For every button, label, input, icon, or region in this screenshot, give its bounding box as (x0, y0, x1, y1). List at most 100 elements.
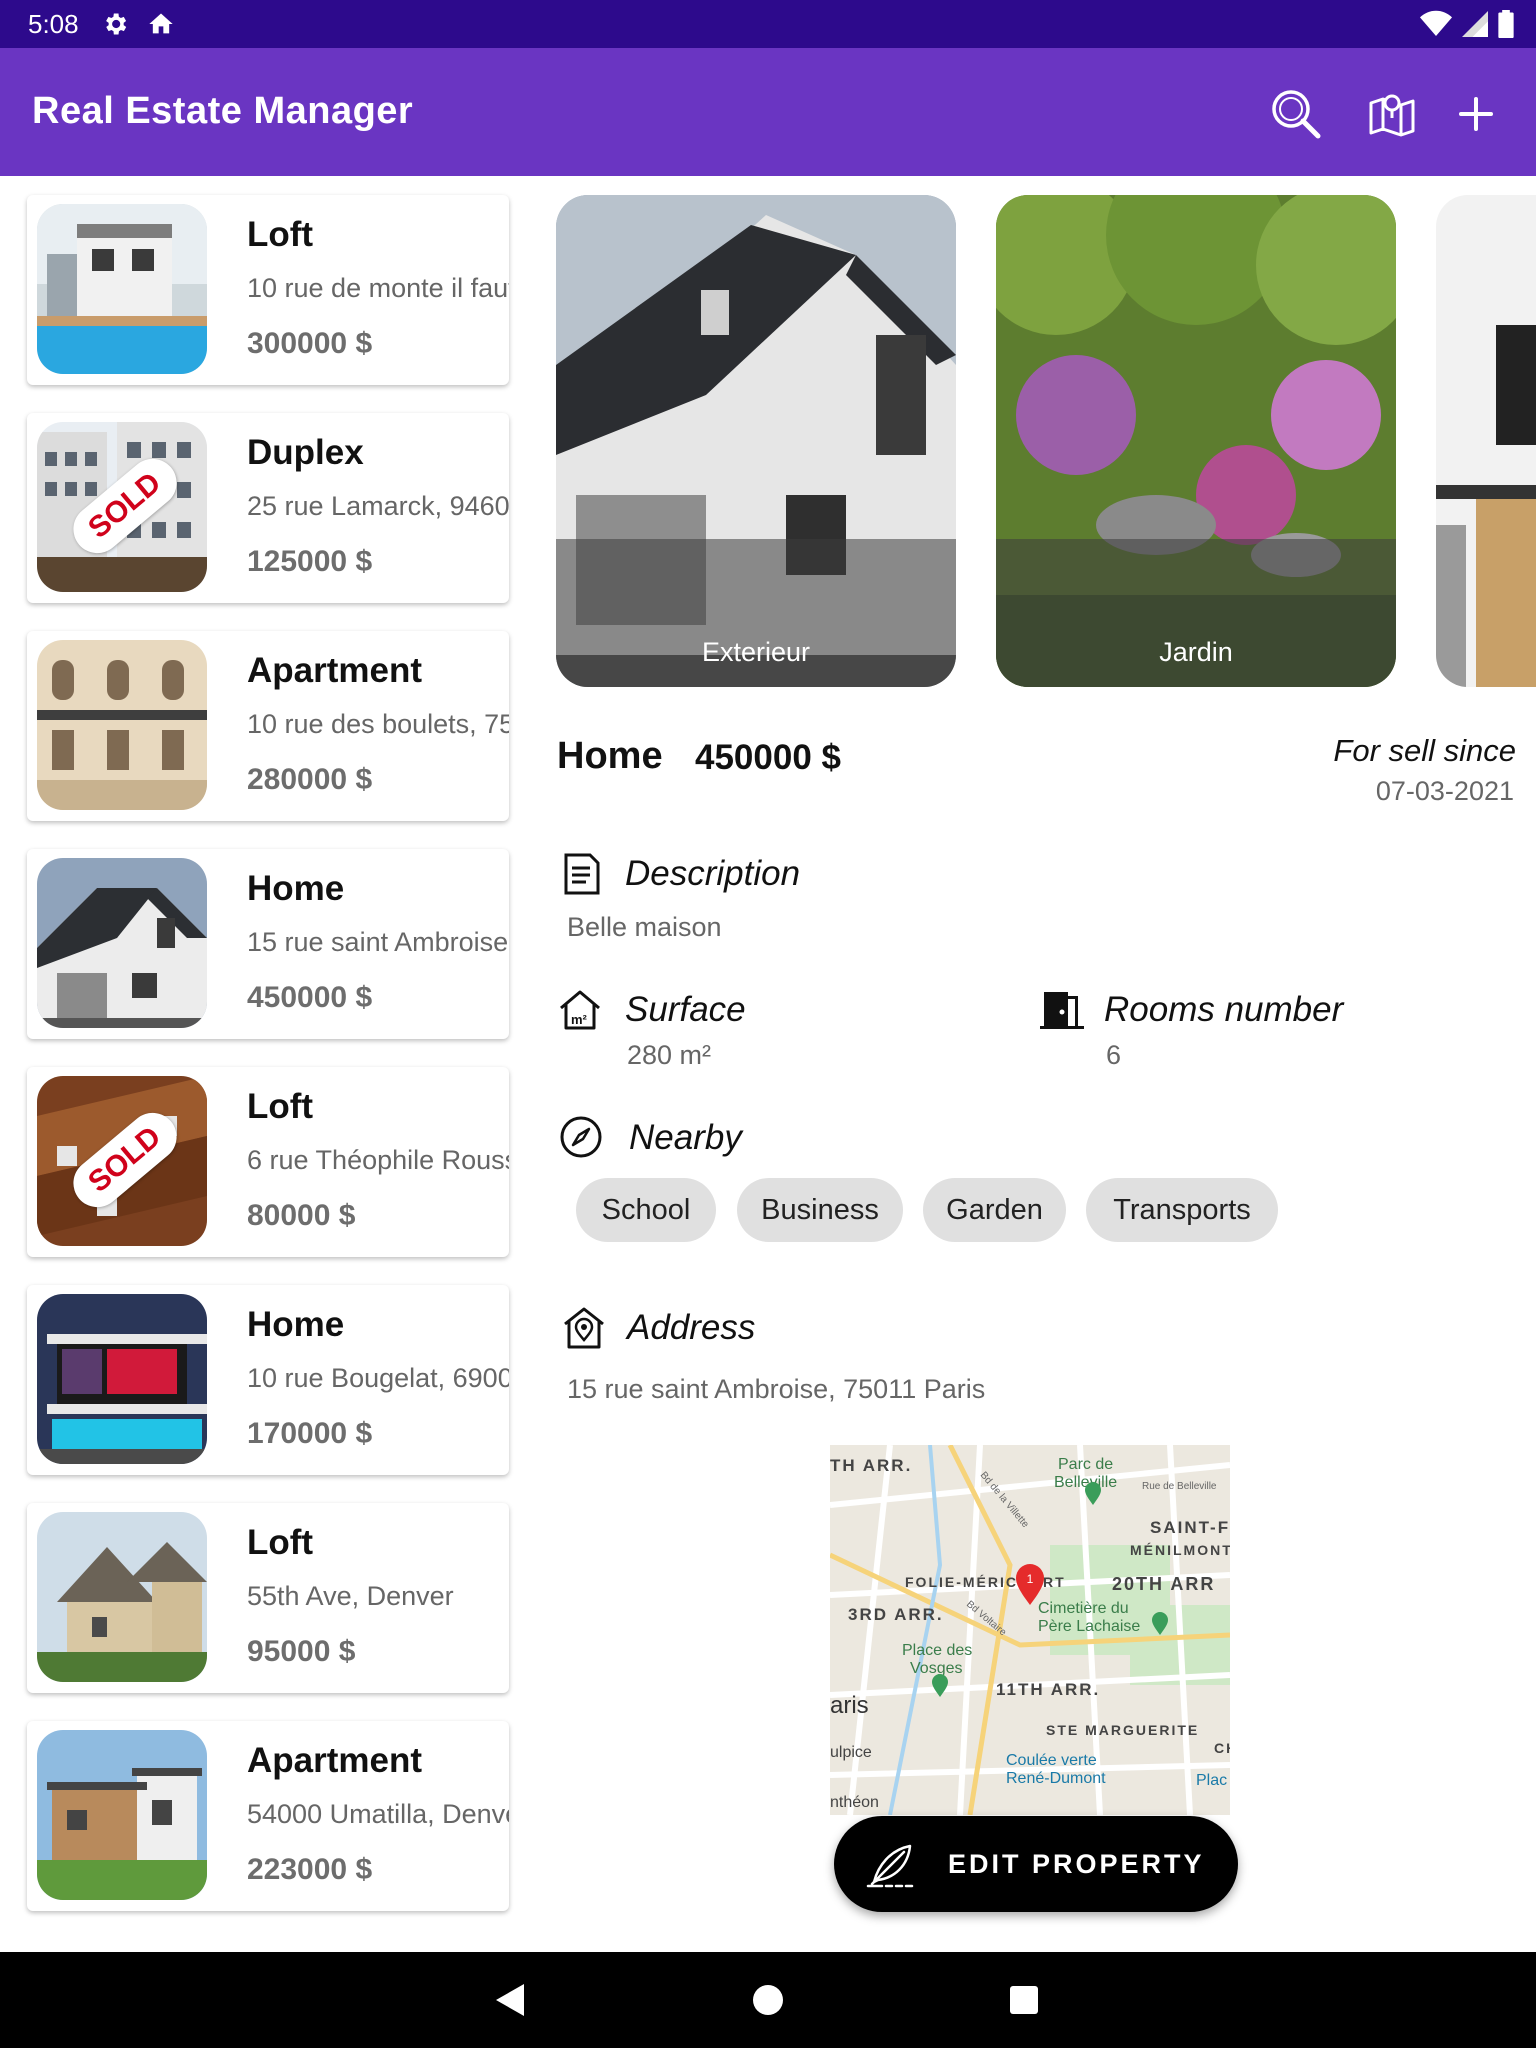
map-label: CH (1214, 1740, 1230, 1756)
property-address: 10 rue Bougelat, 69000 (247, 1363, 509, 1393)
location-home-icon (564, 1307, 604, 1349)
property-list[interactable]: Loft 10 rue de monte il faut 300000 $ SO… (0, 176, 526, 1952)
for-sell-date: 07-03-2021 (1375, 776, 1514, 806)
property-photo (37, 1730, 207, 1900)
property-photo (37, 640, 207, 810)
property-card[interactable]: Apartment 54000 Umatilla, Denver 223000 … (27, 1721, 509, 1911)
map-label: TH ARR. (830, 1456, 912, 1475)
description-label: Description (625, 854, 801, 893)
property-address: 54000 Umatilla, Denver (247, 1799, 509, 1829)
property-price: 300000 $ (247, 327, 373, 360)
map-label: 20TH ARR (1112, 1574, 1215, 1594)
detail-type: Home (557, 735, 663, 777)
app-title: Real Estate Manager (32, 90, 414, 132)
property-card[interactable]: SOLD Loft 6 rue Théophile Roussel 80000 … (27, 1067, 509, 1257)
property-card[interactable]: Loft 10 rue de monte il faut 300000 $ (27, 195, 509, 385)
map-label: ulpice (830, 1744, 872, 1761)
map-label: 3RD ARR. (848, 1605, 944, 1624)
property-price: 280000 $ (247, 763, 373, 796)
property-address: 10 rue de monte il faut (247, 273, 509, 303)
surface-icon: m² (560, 990, 600, 1030)
property-price: 450000 $ (247, 981, 373, 1014)
property-type: Loft (247, 215, 314, 254)
property-type: Loft (247, 1087, 314, 1126)
add-button[interactable] (1448, 86, 1504, 142)
map-label: Rue de Belleville (1142, 1481, 1217, 1492)
feather-pen-icon (866, 1844, 914, 1888)
property-type: Duplex (247, 433, 364, 472)
description-icon (564, 853, 600, 895)
property-address: 15 rue saint Ambroise (247, 927, 509, 957)
property-address: 10 rue des boulets, 75011 (247, 709, 509, 739)
photo-caption: Jardin (1159, 637, 1233, 667)
svg-text:m²: m² (571, 1012, 588, 1027)
map-label: Père Lachaise (1038, 1618, 1140, 1635)
photo-gallery[interactable]: Exterieur Jardin (556, 195, 1536, 690)
back-icon[interactable] (492, 1980, 532, 2020)
surface-label: Surface (625, 990, 746, 1029)
gear-icon (101, 10, 129, 38)
property-price: 170000 $ (247, 1417, 373, 1450)
add-icon (1459, 97, 1493, 131)
map-label: aris (830, 1692, 869, 1719)
compass-icon (560, 1116, 602, 1158)
description-value: Belle maison (567, 912, 722, 942)
nearby-chip[interactable]: Garden (923, 1178, 1066, 1242)
property-card[interactable]: Loft 55th Ave, Denver 95000 $ (27, 1503, 509, 1693)
property-type: Apartment (247, 1741, 423, 1780)
property-photo (37, 858, 207, 1028)
property-card[interactable]: Apartment 10 rue des boulets, 75011 2800… (27, 631, 509, 821)
surface-value: 280 m² (627, 1040, 712, 1070)
property-card[interactable]: Home 10 rue Bougelat, 69000 170000 $ (27, 1285, 509, 1475)
property-type: Apartment (247, 651, 423, 690)
edit-property-button[interactable]: EDIT PROPERTY (834, 1816, 1238, 1912)
property-photo (37, 204, 207, 374)
map-label: Coulée verte (1006, 1752, 1097, 1769)
search-button[interactable] (1268, 86, 1324, 142)
map-marker-label: 1 (1027, 1572, 1034, 1586)
map-label: Parc de (1058, 1456, 1113, 1473)
map-label: Plac (1196, 1772, 1227, 1789)
property-card[interactable]: Home 15 rue saint Ambroise 450000 $ (27, 849, 509, 1039)
map-label: Place des (902, 1642, 972, 1659)
property-photo: SOLD (37, 422, 207, 592)
address-map[interactable]: TH ARR. SAINT-F MÉNILMONTAN FOLIE-MÉRICO… (830, 1445, 1230, 1815)
property-address: 55th Ave, Denver (247, 1581, 454, 1611)
property-price: 80000 $ (247, 1199, 356, 1232)
rooms-label: Rooms number (1104, 990, 1344, 1029)
system-nav-bar (0, 1952, 1536, 2048)
detail-price: 450000 $ (695, 738, 841, 777)
home-icon (147, 10, 175, 38)
property-photo: SOLD (37, 1076, 207, 1246)
property-type: Loft (247, 1523, 314, 1562)
map-label: René-Dumont (1006, 1770, 1106, 1787)
for-sell-label: For sell since (1333, 733, 1516, 768)
map-label: 11TH ARR. (996, 1680, 1100, 1699)
photo-caption-bar: Exterieur (556, 539, 956, 687)
photo-caption-bar: Jardin (996, 539, 1396, 687)
recents-icon[interactable] (1004, 1980, 1044, 2020)
map-button[interactable] (1364, 86, 1420, 142)
map-label: STE MARGUERITE (1046, 1722, 1199, 1738)
signal-icon (1462, 10, 1488, 45)
gallery-photo[interactable]: Jardin (996, 195, 1396, 687)
nearby-chip[interactable]: Transports (1086, 1178, 1278, 1242)
gallery-photo[interactable]: Exterieur (556, 195, 956, 687)
app-bar: Real Estate Manager (0, 48, 1536, 176)
property-card[interactable]: SOLD Duplex 25 rue Lamarck, 94600 125000… (27, 413, 509, 603)
status-time: 5:08 (28, 8, 79, 39)
gallery-photo[interactable] (1436, 195, 1536, 687)
nearby-chip[interactable]: School (576, 1178, 716, 1242)
door-icon (1040, 992, 1084, 1029)
search-icon (1272, 90, 1321, 139)
home-circle-icon[interactable] (748, 1980, 788, 2020)
property-address: 25 rue Lamarck, 94600 (247, 491, 509, 521)
map-label: SAINT-F (1150, 1518, 1230, 1537)
status-bar: 5:08 (0, 0, 1536, 48)
map-icon (1369, 94, 1415, 137)
nearby-chip[interactable]: Business (737, 1178, 903, 1242)
map-label: Cimetière du (1038, 1600, 1129, 1617)
property-price: 95000 $ (247, 1635, 356, 1668)
battery-icon (1498, 10, 1514, 45)
wifi-icon (1420, 10, 1452, 45)
